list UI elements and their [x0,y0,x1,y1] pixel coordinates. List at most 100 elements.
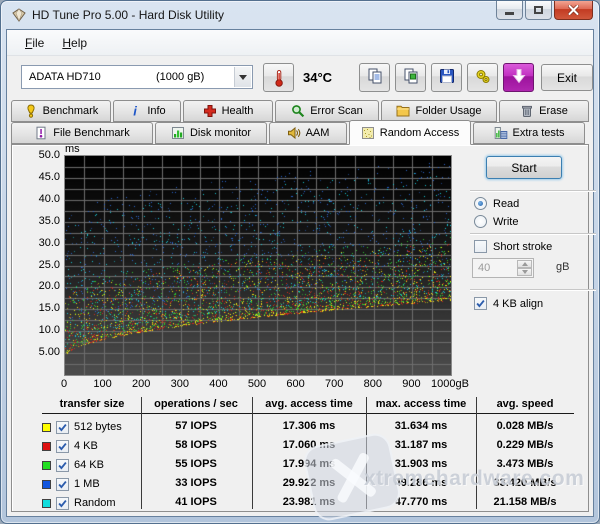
transfer-size-label: 512 bytes [74,421,122,433]
exit-button[interactable]: Exit [541,64,593,91]
y-tick-label: 25.0 [16,259,60,271]
aam-icon [287,126,301,140]
tab-label: Error Scan [310,105,363,117]
extra-tests-icon [494,126,508,140]
drive-model: ADATA HD710 [29,71,101,83]
options-button[interactable] [467,63,498,92]
radio-selected-icon [474,197,487,210]
app-icon [12,8,26,22]
tab-label: Random Access [380,127,459,139]
titlebar[interactable]: HD Tune Pro 5.00 - Hard Disk Utility [1,1,599,29]
arrow-down-icon [522,270,528,274]
tab-label: Disk monitor [190,127,251,139]
tab-aam[interactable]: AAM [269,122,347,144]
tab-file-benchmark[interactable]: File Benchmark [11,122,153,144]
radio-icon [474,215,487,228]
spinner-down-button[interactable] [517,268,532,276]
write-radio[interactable]: Write [474,215,518,228]
table-row-1-mb: 1 MB [42,475,100,493]
minimize-button[interactable] [496,1,523,20]
column-divider [252,397,253,509]
tab-disk-monitor[interactable]: Disk monitor [155,122,267,144]
transfer-size-label: 4 KB [74,440,98,452]
separator [470,190,596,192]
spinner-up-button[interactable] [517,260,532,268]
tab-label: Health [222,105,254,117]
ops-value: 33 IOPS [141,477,251,489]
separator [470,289,596,291]
series-color-swatch [42,499,51,508]
tab-label: AAM [306,127,330,139]
max-access-value: 47.770 ms [366,496,476,508]
tab-extra-tests[interactable]: Extra tests [473,122,585,144]
short-stroke-size-spinner[interactable]: 40 [472,258,534,278]
avg-access-value: 17.994 ms [254,458,364,470]
ops-value: 57 IOPS [141,420,251,432]
avg-access-value: 17.060 ms [254,439,364,451]
menu-file[interactable]: File [16,33,53,53]
series-checkbox[interactable] [56,459,69,472]
avg-speed-value: 33.420 MB/s [470,477,580,489]
folder-usage-icon [396,104,410,118]
transfer-size-label: 64 KB [74,459,104,471]
maximize-icon [534,6,543,14]
x-tick-label: 1000gB [426,378,474,390]
disk-monitor-icon [171,126,185,140]
tab-label: Info [147,105,165,117]
tab-benchmark[interactable]: Benchmark [11,100,111,122]
menu-help[interactable]: Help [53,33,96,53]
tab-health[interactable]: Health [183,100,273,122]
options-icon [474,67,492,88]
separator [470,233,596,235]
temperature-button[interactable] [263,63,294,92]
series-color-swatch [42,480,51,489]
access-time-scatter-chart [64,155,452,376]
start-button[interactable]: Start [486,156,562,179]
table-row-512-bytes: 512 bytes [42,418,122,436]
tab-label: Folder Usage [415,105,481,117]
tab-random-access[interactable]: Random Access [349,120,471,145]
toolbar: ADATA HD710 (1000 gB) 34°C Exit [7,56,593,100]
series-checkbox[interactable] [56,421,69,434]
tab-erase[interactable]: Erase [499,100,589,122]
avg-access-value: 17.306 ms [254,420,364,432]
ops-value: 41 IOPS [141,496,251,508]
series-checkbox[interactable] [56,440,69,453]
y-tick-label: 10.0 [16,324,60,336]
tab-error-scan[interactable]: Error Scan [275,100,379,122]
y-tick-label: 5.00 [16,346,60,358]
avg-speed-value: 0.028 MB/s [470,420,580,432]
save-button[interactable] [431,63,462,92]
copy-image-button[interactable] [395,63,426,92]
unit-label: gB [556,261,569,273]
capture-button[interactable] [503,63,534,92]
benchmark-icon [24,104,38,118]
y-tick-label: 50.0 [16,149,60,161]
column-divider [366,397,367,509]
transfer-size-label: 1 MB [74,478,100,490]
series-checkbox[interactable] [56,478,69,491]
align-checkbox[interactable]: 4 KB align [474,297,543,310]
tab-row-1: Benchmark i Info Health Error Scan Folder Usa… [9,100,591,122]
max-access-value: 49.286 ms [366,477,476,489]
write-label: Write [493,216,518,228]
drive-selector[interactable]: ADATA HD710 (1000 gB) [21,65,253,89]
table-row-random: Random [42,494,116,512]
avg-speed-value: 3.473 MB/s [470,458,580,470]
tab-info[interactable]: i Info [113,100,181,122]
y-tick-label: 15.0 [16,302,60,314]
avg-speed-value: 21.158 MB/s [470,496,580,508]
y-tick-label: 20.0 [16,280,60,292]
close-button[interactable] [554,1,593,20]
series-checkbox[interactable] [56,497,69,510]
copy-icon [366,67,384,88]
read-radio[interactable]: Read [474,197,519,210]
copy-text-button[interactable] [359,63,390,92]
y-tick-label: 40.0 [16,193,60,205]
svg-text:i: i [134,104,138,118]
maximize-button[interactable] [525,1,552,20]
tab-folder-usage[interactable]: Folder Usage [381,100,497,122]
info-icon: i [128,104,142,118]
drive-selector-dropdown[interactable] [234,67,251,87]
short-stroke-checkbox[interactable]: Short stroke [474,240,552,253]
